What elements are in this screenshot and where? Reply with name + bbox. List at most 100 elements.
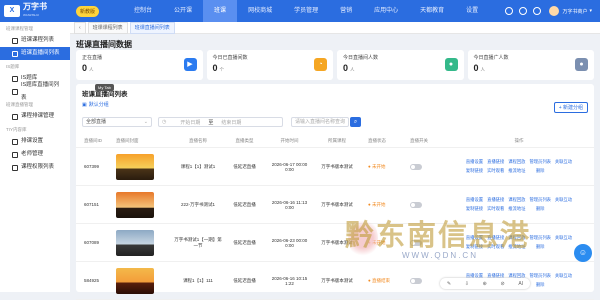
cover-thumbnail[interactable]	[116, 153, 154, 180]
top-right-tools: 万字书商户 ▾	[499, 6, 600, 16]
brand-sub: WANZISHU	[23, 13, 39, 17]
user-name[interactable]: 万字书商户	[562, 8, 587, 15]
live-name[interactable]: 万字书测试1【一期】第一节	[174, 237, 222, 249]
helper-tool-icon[interactable]: ⊕	[483, 281, 487, 287]
avatar[interactable]	[549, 6, 560, 16]
op-link[interactable]: 关联互动	[555, 159, 572, 165]
op-link[interactable]: 推流地址	[508, 168, 525, 174]
op-link[interactable]: 课程回放	[508, 159, 525, 165]
op-link[interactable]: 删除	[529, 168, 550, 174]
version-badge[interactable]: 新教版	[76, 5, 100, 17]
course-name: 万字书版本测试	[321, 201, 353, 207]
op-link[interactable]: 课程回放	[508, 197, 525, 203]
row-id: 584925	[84, 278, 100, 283]
date-range-picker[interactable]: ◷ 开始日期 至 结束日期	[158, 117, 283, 127]
cover-thumbnail[interactable]	[116, 267, 154, 294]
op-link[interactable]: 关联互动	[555, 273, 572, 279]
sidebar-item[interactable]: 班课直播间列表	[0, 47, 70, 60]
sidebar-item[interactable]: 排课设置	[0, 135, 70, 148]
live-type: 低延迟直播	[233, 163, 256, 169]
live-toggle[interactable]	[410, 163, 422, 170]
tab-live-room-list[interactable]: 班课直播间列表	[129, 21, 175, 34]
sidebar-item[interactable]: 课程权限列表	[0, 161, 70, 174]
op-link[interactable]: 删除	[529, 282, 550, 288]
sidebar-item[interactable]: 课程排课管理	[0, 110, 70, 123]
live-toggle[interactable]	[410, 277, 422, 284]
sidebar-item-label: 班课直播间列表	[21, 50, 60, 56]
op-link[interactable]: 直播设置	[466, 159, 483, 165]
cover-thumbnail[interactable]	[116, 191, 154, 218]
help-icon[interactable]	[505, 7, 514, 15]
nav-item[interactable]: 设置	[455, 0, 489, 22]
stat-value: 0人	[343, 63, 355, 73]
op-link[interactable]: 管理员列表	[529, 235, 550, 241]
sidebar-item[interactable]: 老师管理	[0, 148, 70, 161]
nav-item[interactable]: 学员管理	[283, 0, 329, 22]
nav-item[interactable]: 营销	[329, 0, 363, 22]
op-link[interactable]: 直播链接	[487, 197, 504, 203]
helper-toolbar: ✎ ⇩ ⊕ ⊘ AI	[440, 278, 530, 289]
start-time: 2026-06-23 00:00 0:00	[271, 237, 308, 248]
date-end[interactable]: 结束日期	[221, 119, 241, 126]
op-link[interactable]: 删除	[529, 206, 550, 212]
op-link[interactable]: 复制链接	[466, 168, 483, 174]
group-selector[interactable]: ▣ 默认分组	[76, 99, 594, 110]
tab-back[interactable]: ‹	[74, 21, 86, 34]
helper-tool-icon[interactable]: ⇩	[465, 281, 469, 287]
nav-item[interactable]: 应用中心	[363, 0, 409, 22]
new-group-button[interactable]: + 新建分组	[553, 102, 588, 113]
status-select[interactable]: 全部直播 ⌄	[82, 117, 152, 127]
op-link[interactable]: 实时观看	[487, 168, 504, 174]
nav-item[interactable]: 控制台	[123, 0, 163, 22]
date-start[interactable]: 开始日期	[180, 119, 200, 126]
nav-item[interactable]: 班课	[203, 0, 238, 22]
op-link[interactable]: 删除	[529, 244, 550, 250]
stat-card: 今日直播间人数 0 人 ●	[337, 50, 464, 80]
stat-unit: 人	[350, 67, 355, 72]
menu-item-icon	[12, 75, 18, 82]
nav-item[interactable]: 网校商城	[237, 0, 283, 22]
search-icon[interactable]: ⌕	[350, 117, 361, 127]
sidebar-item[interactable]: 班课课程列表	[0, 34, 70, 47]
tab-course-list[interactable]: 班课课程列表	[87, 21, 128, 34]
cover-thumbnail[interactable]	[116, 229, 154, 256]
op-link[interactable]: 管理员列表	[529, 273, 550, 279]
cover-cell	[116, 191, 174, 218]
column-header: 直播名称	[189, 137, 207, 143]
nav-item[interactable]: 公开课	[163, 0, 203, 22]
menu-item-icon	[12, 50, 18, 57]
menu-item-icon	[12, 151, 18, 158]
start-time: 2026-06-16 10:15 1:22	[271, 275, 308, 286]
op-link[interactable]: 直播设置	[466, 197, 483, 203]
nav-item[interactable]: 天都教育	[409, 0, 455, 22]
column-header: 所属课程	[328, 137, 346, 143]
brand-name: 万字书	[23, 2, 47, 11]
op-link[interactable]: 管理员列表	[529, 159, 550, 165]
op-link[interactable]: 直播链接	[487, 159, 504, 165]
live-status: ● 未开始	[368, 163, 386, 169]
sidebar-item[interactable]: IS题库直播间列表	[0, 82, 70, 101]
stat-card: 正在直播 0 人 ▶	[76, 50, 203, 80]
live-name[interactable]: 课程1【1】111	[174, 278, 222, 284]
op-link[interactable]: 关联互动	[555, 197, 572, 203]
table-row: 607399 课程1【1】测试1 低延迟直播 2026-06-17 00:00 0:0…	[76, 148, 594, 186]
chevron-down-icon[interactable]: ▾	[589, 8, 592, 14]
live-toggle[interactable]	[410, 201, 422, 208]
op-link[interactable]: 关联互动	[555, 235, 572, 241]
robot-icon[interactable]: ☺	[574, 244, 592, 262]
live-name[interactable]: 课程1【1】测试1	[174, 164, 222, 170]
helper-tool-icon[interactable]: ⊘	[501, 281, 505, 287]
message-icon[interactable]	[533, 7, 542, 15]
helper-tool-icon[interactable]: AI	[518, 281, 523, 287]
calendar-icon: ◷	[162, 119, 167, 125]
bell-icon[interactable]	[519, 7, 528, 15]
search-input[interactable]: 请输入直播间名称查询	[291, 117, 349, 127]
helper-tool-icon[interactable]: ✎	[447, 281, 451, 287]
live-name[interactable]: 222-万字书测试1	[174, 202, 222, 208]
sidebar-item-label: IS题库直播间列表	[20, 81, 60, 101]
brand-logo[interactable]: X 万字书 WANZISHU	[0, 2, 70, 20]
date-separator: 至	[208, 119, 214, 126]
sidebar-item-label: 老师管理	[21, 151, 44, 157]
panel-title: 班课直播间列表	[82, 91, 128, 98]
op-link[interactable]: 管理员列表	[529, 197, 550, 203]
